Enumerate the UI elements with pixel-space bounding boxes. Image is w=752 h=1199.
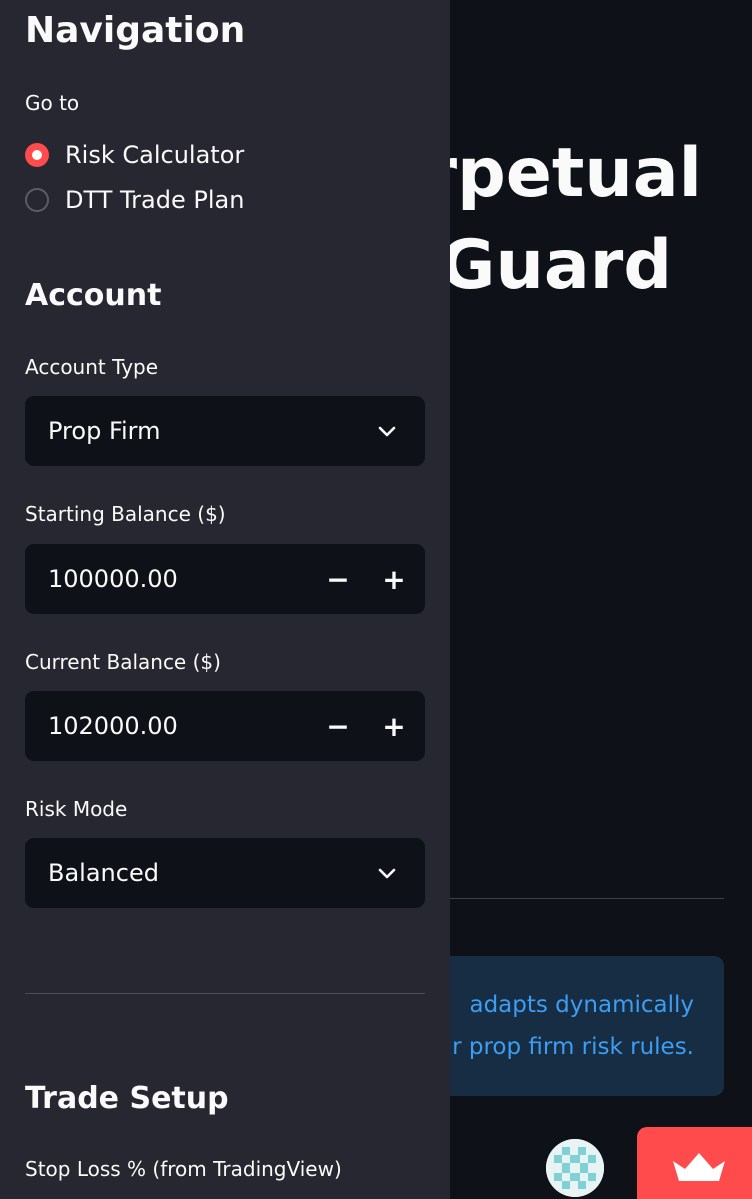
- account-type-label: Account Type: [25, 355, 159, 379]
- sidebar-divider: [25, 993, 425, 994]
- radio-selected-icon: [25, 143, 49, 167]
- starting-balance-decrement-button[interactable]: −: [310, 544, 366, 614]
- radio-label: Risk Calculator: [65, 141, 245, 169]
- risk-mode-value: Balanced: [48, 859, 159, 887]
- current-balance-label: Current Balance ($): [25, 650, 221, 674]
- navigation-heading: Navigation: [25, 10, 246, 51]
- current-balance-increment-button[interactable]: +: [366, 691, 422, 761]
- crown-icon: [673, 1153, 725, 1181]
- starting-balance-increment-button[interactable]: +: [366, 544, 422, 614]
- page-title-line-1: rpetual: [423, 134, 702, 213]
- risk-mode-select[interactable]: Balanced: [25, 838, 425, 908]
- radio-risk-calculator[interactable]: Risk Calculator: [25, 138, 244, 172]
- chevron-down-icon: [378, 868, 396, 879]
- current-balance-decrement-button[interactable]: −: [310, 691, 366, 761]
- current-balance-value[interactable]: 102000.00: [25, 712, 310, 740]
- page-title-line-2: Guard: [439, 226, 672, 305]
- app-screen: rpetual Guard adapts dynamically r prop …: [0, 0, 752, 1199]
- avatar-pattern-icon: [546, 1139, 604, 1197]
- avatar[interactable]: [546, 1139, 604, 1197]
- starting-balance-input[interactable]: 100000.00 − +: [25, 544, 425, 614]
- radio-dtt-trade-plan[interactable]: DTT Trade Plan: [25, 183, 244, 217]
- goto-label: Go to: [25, 91, 80, 115]
- starting-balance-label: Starting Balance ($): [25, 502, 226, 526]
- sidebar: Navigation Go to Risk Calculator DTT Tra…: [0, 0, 450, 1199]
- current-balance-input[interactable]: 102000.00 − +: [25, 691, 425, 761]
- radio-label: DTT Trade Plan: [65, 186, 245, 214]
- radio-unselected-icon: [25, 188, 49, 212]
- main-divider: [450, 898, 724, 899]
- starting-balance-value[interactable]: 100000.00: [25, 565, 310, 593]
- risk-mode-label: Risk Mode: [25, 797, 128, 821]
- account-heading: Account: [25, 278, 162, 313]
- stop-loss-label: Stop Loss % (from TradingView): [25, 1157, 342, 1181]
- account-type-value: Prop Firm: [48, 417, 161, 445]
- page-title: rpetual Guard: [424, 128, 702, 312]
- account-type-select[interactable]: Prop Firm: [25, 396, 425, 466]
- hosted-badge[interactable]: [637, 1127, 752, 1199]
- chevron-down-icon: [378, 426, 396, 437]
- trade-setup-heading: Trade Setup: [25, 1081, 229, 1116]
